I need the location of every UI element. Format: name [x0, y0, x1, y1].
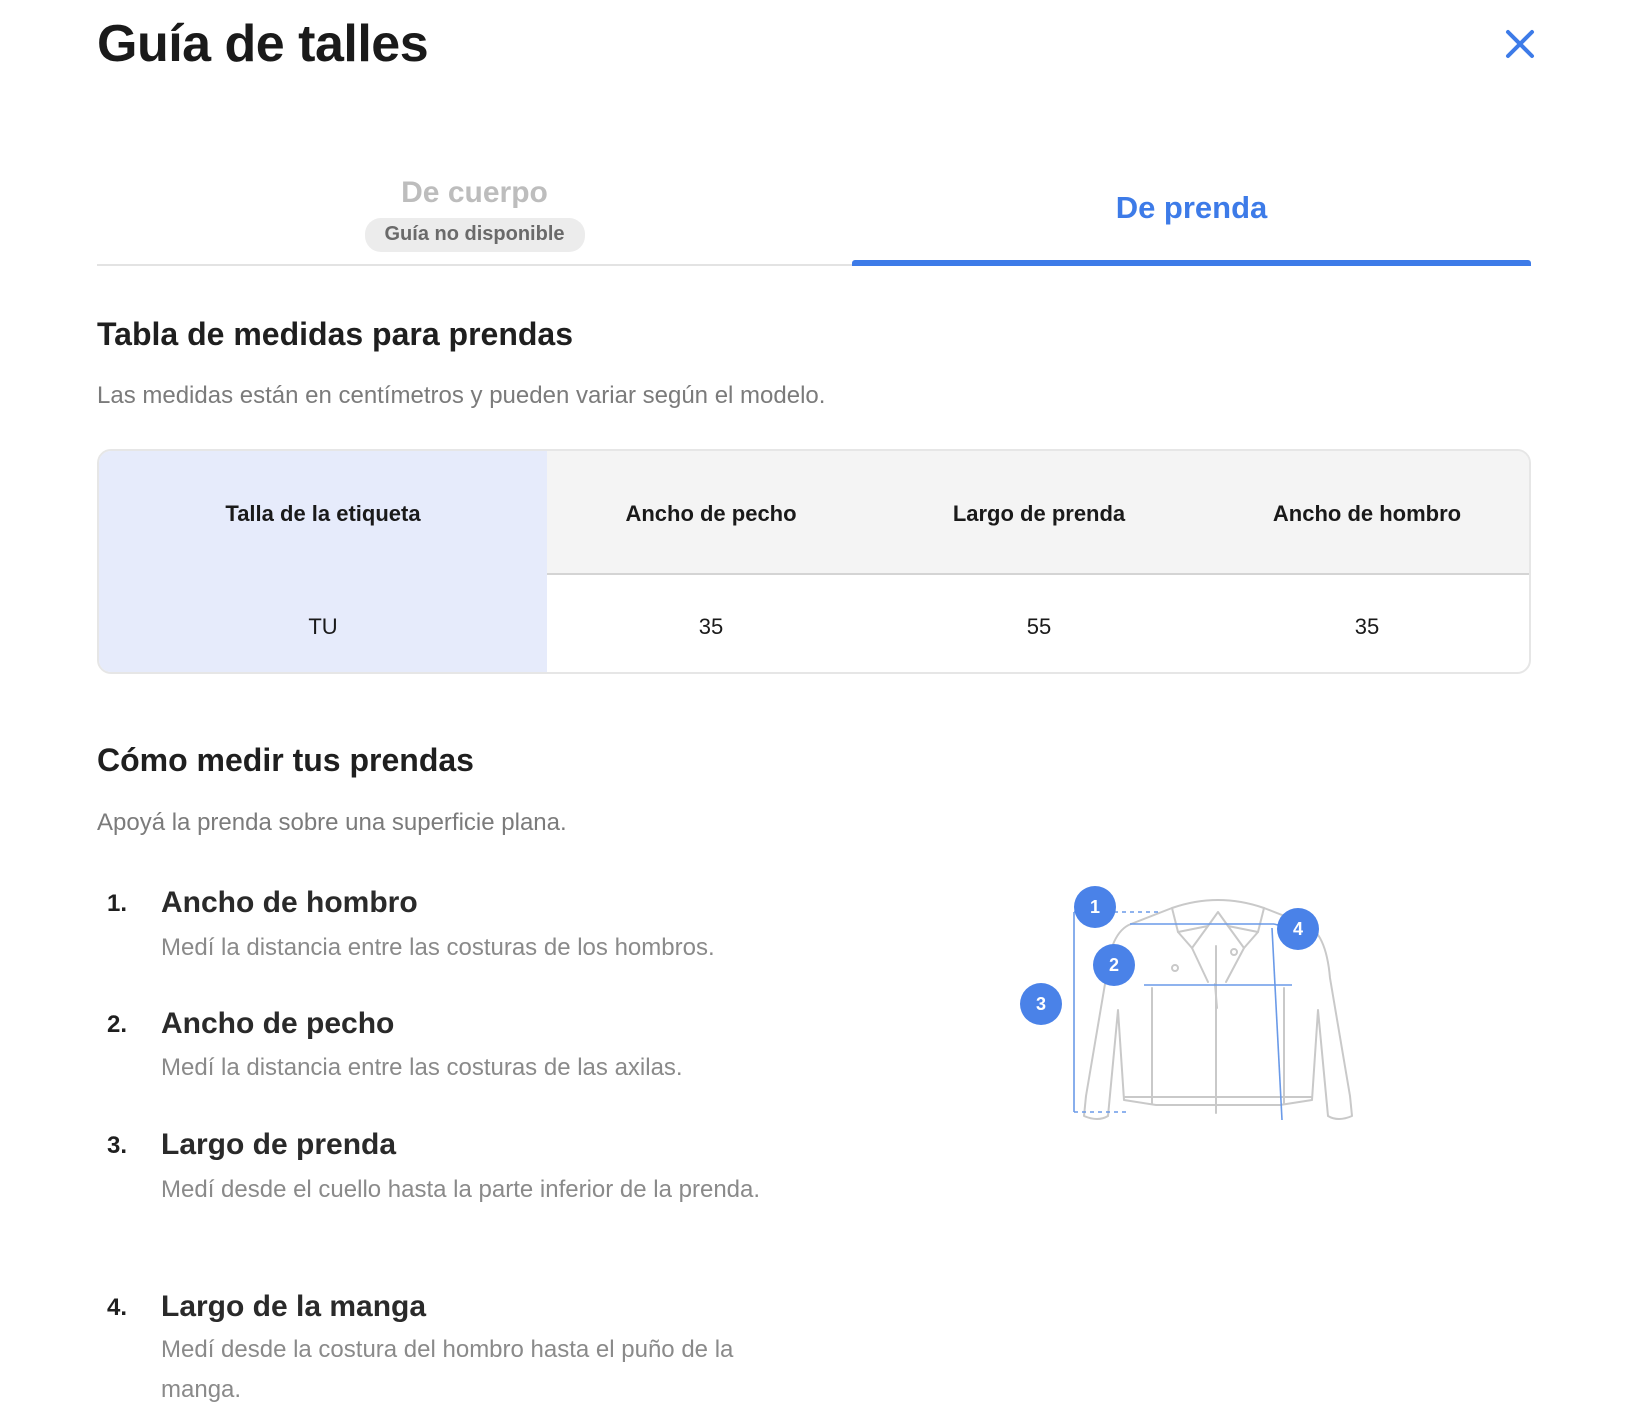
step-number: 3. [107, 1132, 128, 1159]
marker-1: 1 [1074, 886, 1116, 928]
size-label-cell: TU [308, 614, 338, 639]
size-table: Talla de la etiqueta Ancho de pecho Larg… [97, 449, 1531, 674]
tab-body-measurements[interactable]: De cuerpo Guía no disponible [97, 170, 852, 266]
unavailable-badge: Guía no disponible [364, 218, 585, 252]
marker-4: 4 [1277, 908, 1319, 950]
jacket-diagram: 1 2 3 4 [1020, 886, 1376, 1128]
step-number: 2. [107, 1011, 128, 1038]
step-title: Largo de la manga [161, 1290, 427, 1323]
marker-2: 2 [1093, 944, 1135, 986]
close-icon [1506, 30, 1534, 58]
column-header: Largo de prenda [952, 501, 1126, 526]
how-to-title: Cómo medir tus prendas [97, 742, 474, 778]
step-number: 1. [107, 890, 128, 917]
tab-label: De prenda [1115, 190, 1268, 225]
tab-label: De cuerpo [401, 176, 548, 209]
active-tab-indicator [852, 260, 1531, 266]
close-button[interactable] [1498, 22, 1542, 66]
table-cell: 35 [1354, 614, 1380, 639]
table-cell: 35 [698, 614, 724, 639]
tab-garment-measurements[interactable]: De prenda [852, 170, 1531, 266]
step-title: Ancho de pecho [161, 1007, 395, 1040]
how-to-subtitle: Apoyá la prenda sobre una superficie pla… [97, 809, 567, 836]
step-description: Medí la distancia entre las costuras de … [161, 934, 715, 961]
step-description: Medí desde la costura del hombro hasta e… [161, 1336, 734, 1403]
jacket-illustration-icon [1073, 899, 1353, 1121]
marker-3: 3 [1020, 983, 1062, 1025]
column-header: Ancho de pecho [625, 501, 797, 526]
label-header-cell: Talla de la etiqueta [225, 501, 421, 526]
size-guide-tabs: De cuerpo Guía no disponible De prenda [97, 170, 1531, 266]
step-description: Medí la distancia entre las costuras de … [161, 1054, 683, 1081]
step-title: Ancho de hombro [161, 886, 418, 919]
step-number: 4. [107, 1294, 128, 1321]
measurements-title: Tabla de medidas para prendas [97, 316, 574, 352]
column-header: Ancho de hombro [1272, 501, 1462, 526]
measurements-subtitle: Las medidas están en centímetros y puede… [97, 382, 826, 409]
step-description: Medí desde el cuello hasta la parte infe… [161, 1176, 761, 1203]
table-cell: 55 [1026, 614, 1052, 639]
step-title: Largo de prenda [161, 1128, 397, 1161]
page-title: Guía de talles [97, 15, 429, 73]
